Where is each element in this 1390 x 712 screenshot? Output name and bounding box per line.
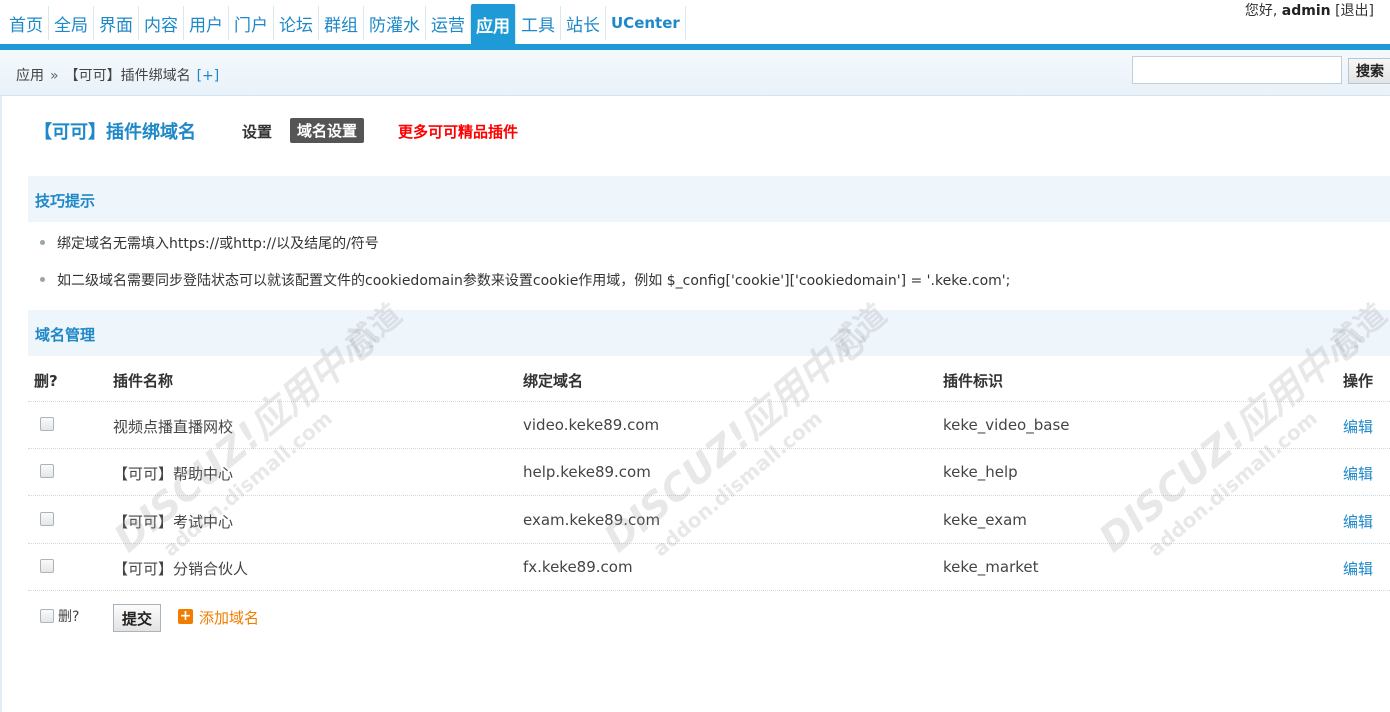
bound-domain: video.keke89.com bbox=[523, 416, 660, 434]
column-header-plugin-name: 插件名称 bbox=[113, 372, 174, 390]
table-row: 【可可】分销合伙人 fx.keke89.com keke_market 编辑 bbox=[28, 544, 1390, 591]
tip-item: 绑定域名无需填入https://或http://以及结尾的/符号 bbox=[40, 233, 379, 253]
row-delete-checkbox[interactable] bbox=[40, 512, 54, 526]
plugin-id: keke_market bbox=[943, 558, 1039, 576]
domain-section-heading: 域名管理 bbox=[35, 326, 96, 344]
bound-domain: fx.keke89.com bbox=[523, 558, 633, 576]
plugin-title: 【可可】插件绑域名 bbox=[34, 122, 196, 143]
breadcrumb-current: 【可可】插件绑域名 bbox=[64, 68, 191, 84]
add-domain-link[interactable]: 添加域名 bbox=[199, 607, 259, 628]
edit-link[interactable]: 编辑 bbox=[1343, 511, 1373, 532]
table-row: 【可可】考试中心 exam.keke89.com keke_exam 编辑 bbox=[28, 497, 1390, 544]
domain-section-header: 域名管理 bbox=[28, 310, 1390, 356]
edit-link[interactable]: 编辑 bbox=[1343, 463, 1373, 484]
nav-item-home[interactable]: 首页 bbox=[4, 6, 49, 40]
submit-button[interactable]: 提交 bbox=[113, 604, 161, 632]
bound-domain: help.keke89.com bbox=[523, 463, 651, 481]
breadcrumb-separator: » bbox=[50, 68, 59, 84]
nav-item-founder[interactable]: 站长 bbox=[561, 6, 606, 40]
user-box: 您好, admin [退出] bbox=[1245, 0, 1374, 20]
bullet-icon bbox=[40, 239, 45, 245]
row-delete-checkbox[interactable] bbox=[40, 559, 54, 573]
tab-settings[interactable]: 设置 bbox=[242, 121, 272, 142]
select-all-checkbox[interactable] bbox=[40, 609, 54, 623]
column-header-domain: 绑定域名 bbox=[523, 372, 584, 390]
nav-item-ucenter[interactable]: UCenter bbox=[606, 6, 686, 40]
bound-domain: exam.keke89.com bbox=[523, 511, 661, 529]
plugin-name: 【可可】考试中心 bbox=[113, 513, 234, 531]
username: admin bbox=[1281, 3, 1331, 19]
breadcrumb: 应用 » 【可可】插件绑域名 [+] bbox=[16, 65, 219, 85]
tip-text: 如二级域名需要同步登陆状态可以就该配置文件的cookiedomain参数来设置c… bbox=[57, 273, 1011, 289]
search-button[interactable]: 搜索 bbox=[1348, 58, 1390, 84]
plugin-id: keke_video_base bbox=[943, 416, 1070, 434]
plugin-id: keke_help bbox=[943, 463, 1018, 481]
plugin-name: 【可可】帮助中心 bbox=[113, 465, 234, 483]
plugin-name: 视频点播直播网校 bbox=[113, 418, 234, 436]
table-row: 视频点播直播网校 video.keke89.com keke_video_bas… bbox=[28, 402, 1390, 449]
breadcrumb-root[interactable]: 应用 bbox=[16, 68, 44, 84]
nav-item-forum[interactable]: 论坛 bbox=[274, 6, 319, 40]
add-icon[interactable]: + bbox=[178, 609, 193, 624]
greeting-text: 您好, bbox=[1244, 3, 1278, 19]
select-all-label: 删? bbox=[58, 609, 80, 625]
plugin-id: keke_exam bbox=[943, 511, 1027, 529]
content-left-border bbox=[0, 96, 2, 712]
nav-item-style[interactable]: 界面 bbox=[94, 6, 139, 40]
row-delete-checkbox[interactable] bbox=[40, 464, 54, 478]
nav-item-group[interactable]: 群组 bbox=[319, 6, 364, 40]
bullet-icon bbox=[40, 276, 45, 282]
column-header-plugin-id: 插件标识 bbox=[943, 372, 1004, 390]
edit-link[interactable]: 编辑 bbox=[1343, 558, 1373, 579]
add-shortcut-link[interactable]: [+] bbox=[197, 68, 220, 84]
tips-heading: 技巧提示 bbox=[35, 192, 96, 210]
tips-header: 技巧提示 bbox=[28, 176, 1390, 222]
nav-item-user[interactable]: 用户 bbox=[184, 6, 229, 40]
nav-item-portal[interactable]: 门户 bbox=[229, 6, 274, 40]
row-delete-checkbox[interactable] bbox=[40, 417, 54, 431]
nav-item-content[interactable]: 内容 bbox=[139, 6, 184, 40]
logout-link[interactable]: [退出] bbox=[1335, 3, 1374, 19]
nav-item-apps[interactable]: 应用 bbox=[471, 4, 516, 44]
edit-link[interactable]: 编辑 bbox=[1343, 416, 1373, 437]
main-nav: 首页 全局 界面 内容 用户 门户 论坛 群组 防灌水 运营 应用 工具 站长 … bbox=[4, 4, 686, 44]
column-header-actions: 操作 bbox=[1343, 372, 1374, 390]
nav-item-tools[interactable]: 工具 bbox=[516, 6, 561, 40]
nav-item-operation[interactable]: 运营 bbox=[426, 6, 471, 40]
column-header-delete: 删? bbox=[34, 372, 58, 390]
nav-item-antispam[interactable]: 防灌水 bbox=[364, 6, 426, 40]
nav-item-global[interactable]: 全局 bbox=[49, 6, 94, 40]
tab-domain-settings[interactable]: 域名设置 bbox=[290, 118, 365, 143]
more-plugins-link[interactable]: 更多可可精品插件 bbox=[398, 121, 518, 142]
table-row: 【可可】帮助中心 help.keke89.com keke_help 编辑 bbox=[28, 449, 1390, 496]
search-input[interactable] bbox=[1132, 56, 1342, 84]
top-nav-bar: 首页 全局 界面 内容 用户 门户 论坛 群组 防灌水 运营 应用 工具 站长 … bbox=[0, 0, 1390, 50]
plugin-name: 【可可】分销合伙人 bbox=[113, 560, 249, 578]
tip-item: 如二级域名需要同步登陆状态可以就该配置文件的cookiedomain参数来设置c… bbox=[40, 270, 1010, 290]
tip-text: 绑定域名无需填入https://或http://以及结尾的/符号 bbox=[57, 236, 379, 252]
table-header: 删? 插件名称 绑定域名 插件标识 操作 bbox=[28, 356, 1390, 402]
